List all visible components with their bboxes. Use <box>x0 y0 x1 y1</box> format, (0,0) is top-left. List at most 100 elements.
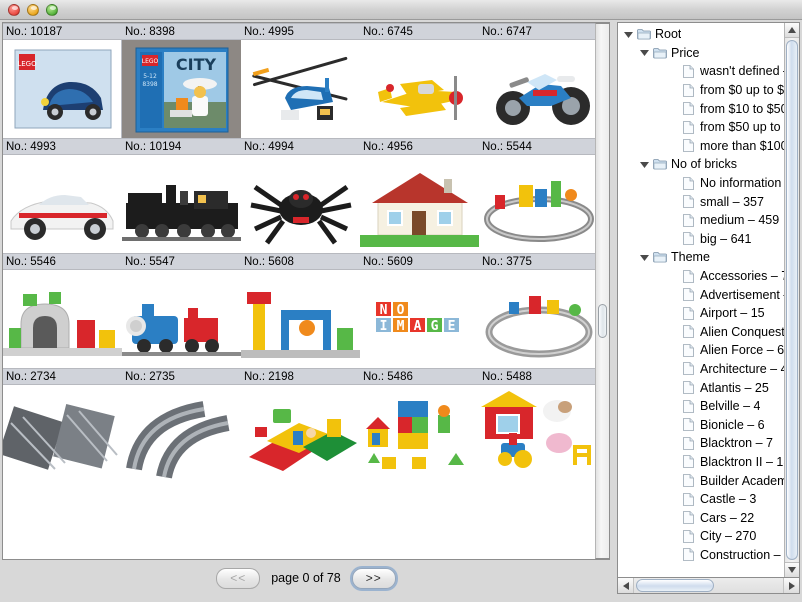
chevron-down-icon[interactable] <box>638 254 651 261</box>
file-icon <box>680 399 697 413</box>
scrollbar-thumb[interactable] <box>598 304 607 338</box>
tree-node[interactable]: from $50 up to $ <box>618 118 784 137</box>
tree-node[interactable]: Alien Conquest – <box>618 323 784 342</box>
tree-node-label: Construction – 2 <box>700 547 784 562</box>
tree-node-label: Blacktron – 7 <box>700 436 773 451</box>
chevron-down-icon[interactable] <box>638 49 651 57</box>
set-thumbnail-cell[interactable] <box>3 270 122 368</box>
set-thumbnail-cell[interactable]: NOIMAGE <box>360 270 479 368</box>
tree-node[interactable]: Castle – 3 <box>618 490 784 509</box>
tree-vertical-scrollbar[interactable] <box>784 23 799 577</box>
next-page-button[interactable]: >> <box>351 567 396 589</box>
tree-node[interactable]: from $0 up to $1 <box>618 81 784 100</box>
tree-node[interactable]: Bionicle – 6 <box>618 415 784 434</box>
scroll-down-arrow-icon[interactable] <box>785 562 799 577</box>
tree-node-label: Atlantis – 25 <box>700 380 769 395</box>
tree-node[interactable]: Price <box>618 44 784 63</box>
window-bottom-edge <box>0 596 802 602</box>
set-number-label: No.: 5486 <box>363 371 413 383</box>
image-grid-vertical-scrollbar[interactable] <box>595 23 610 559</box>
tree-node[interactable]: No of bricks <box>618 155 784 174</box>
tree-node[interactable]: big – 641 <box>618 230 784 249</box>
tree-node[interactable]: Theme <box>618 248 784 267</box>
zoom-window-button[interactable] <box>46 3 58 16</box>
tree-node[interactable]: City – 270 <box>618 527 784 546</box>
set-number-label: No.: 5544 <box>482 141 532 153</box>
scrollbar-track[interactable] <box>596 24 609 558</box>
set-thumbnail-cell[interactable] <box>241 40 360 138</box>
set-thumbnail-cell[interactable] <box>241 155 360 253</box>
horizontal-scrollbar-thumb[interactable] <box>636 579 714 592</box>
title-bar <box>0 0 802 20</box>
tree-node-label: Cars – 22 <box>700 510 755 525</box>
image-grid-row: No.: 5546 No.: 5547 No.: 5608 No.: 5609 No.:… <box>3 253 595 368</box>
set-thumbnail-cell[interactable] <box>360 40 479 138</box>
scroll-right-arrow-icon[interactable] <box>783 578 799 593</box>
close-window-button[interactable] <box>8 3 20 16</box>
scroll-left-arrow-icon[interactable] <box>618 578 634 593</box>
tree-node[interactable]: small – 357 <box>618 192 784 211</box>
tree-node-label: Root <box>655 27 682 42</box>
set-thumbnail-cell[interactable] <box>360 385 479 483</box>
tree-node[interactable]: Airport – 15 <box>618 304 784 323</box>
set-thumbnail-cell[interactable] <box>122 270 241 368</box>
tree-node[interactable]: wasn't defined – <box>618 62 784 81</box>
set-thumbnail-cell[interactable] <box>3 385 122 483</box>
set-number-label: No.: 2735 <box>125 371 175 383</box>
set-thumbnail-cell[interactable]: LEGO 5-12 8398 CITY <box>121 39 242 139</box>
set-thumbnail-cell[interactable] <box>122 155 241 253</box>
scroll-up-arrow-icon[interactable] <box>785 23 799 38</box>
tree-node-label: Alien Conquest – <box>700 324 784 339</box>
image-grid-label-row: No.: 4993 No.: 10194 No.: 4994 No.: 4956 No.… <box>3 138 595 155</box>
tree-node[interactable]: more than $100 <box>618 137 784 156</box>
tree-scrollbar-thumb[interactable] <box>786 40 798 560</box>
tree-node[interactable]: No information – <box>618 174 784 193</box>
tree-node-label: from $50 up to $ <box>700 120 784 135</box>
tree-node-label: medium – 459 <box>700 213 780 228</box>
set-thumbnail-cell[interactable] <box>479 270 595 368</box>
tree-node[interactable]: Accessories – 77 <box>618 267 784 286</box>
set-thumbnail-cell[interactable] <box>241 270 360 368</box>
tree-node[interactable]: Construction – 2 <box>618 546 784 565</box>
set-thumbnail-cell[interactable] <box>479 385 595 483</box>
tree-node[interactable]: Architecture – 4 <box>618 360 784 379</box>
set-number-label: No.: 4956 <box>363 141 413 153</box>
tree-node[interactable]: medium – 459 <box>618 211 784 230</box>
set-thumbnail-cell[interactable] <box>479 155 595 253</box>
chevron-down-icon[interactable] <box>638 161 651 168</box>
minimize-window-button[interactable] <box>27 3 39 16</box>
set-thumbnail-cell[interactable]: LEGO <box>3 40 122 138</box>
set-thumbnail-cell[interactable] <box>3 155 122 253</box>
svg-text:I: I <box>380 319 388 334</box>
tree-node[interactable]: Builder Academy <box>618 471 784 490</box>
image-grid-scrollpane: No.: 10187 No.: 8398 No.: 4995 No.: 6745 No.… <box>2 22 610 560</box>
tree-node[interactable]: Blacktron – 7 <box>618 434 784 453</box>
previous-page-button[interactable]: << <box>216 567 261 589</box>
set-thumbnail-cell[interactable] <box>360 155 479 253</box>
tree-node[interactable]: Root <box>618 25 784 44</box>
tree-node[interactable]: Blacktron II – 13 <box>618 453 784 472</box>
tree-node[interactable]: Cars – 22 <box>618 508 784 527</box>
tree-node[interactable]: from $10 to $50 <box>618 99 784 118</box>
tree-node[interactable]: Atlantis – 25 <box>618 378 784 397</box>
horizontal-scrollbar-track[interactable] <box>634 578 783 593</box>
set-number-label: No.: 10194 <box>125 141 182 153</box>
file-icon <box>680 102 697 116</box>
split-pane-divider[interactable] <box>610 20 617 596</box>
set-thumbnail-cell[interactable] <box>241 385 360 483</box>
set-number-label: No.: 2198 <box>244 371 294 383</box>
tree-node[interactable]: Advertisement – <box>618 285 784 304</box>
tree-horizontal-scrollbar[interactable] <box>617 578 800 594</box>
set-thumbnail-cell[interactable] <box>122 385 241 483</box>
svg-text:LEGO: LEGO <box>142 58 159 65</box>
set-number-label: No.: 5609 <box>363 256 413 268</box>
set-thumbnail-cell[interactable] <box>479 40 595 138</box>
tree-node[interactable]: Alien Force – 6 <box>618 341 784 360</box>
tree-node-label: Theme <box>671 250 710 265</box>
tree-node-label: Alien Force – 6 <box>700 343 784 358</box>
tree-node[interactable]: Belville – 4 <box>618 397 784 416</box>
set-number-label: No.: 5546 <box>6 256 56 268</box>
tree-node-label: Belville – 4 <box>700 399 761 414</box>
file-icon <box>680 548 697 562</box>
chevron-down-icon[interactable] <box>622 31 635 38</box>
